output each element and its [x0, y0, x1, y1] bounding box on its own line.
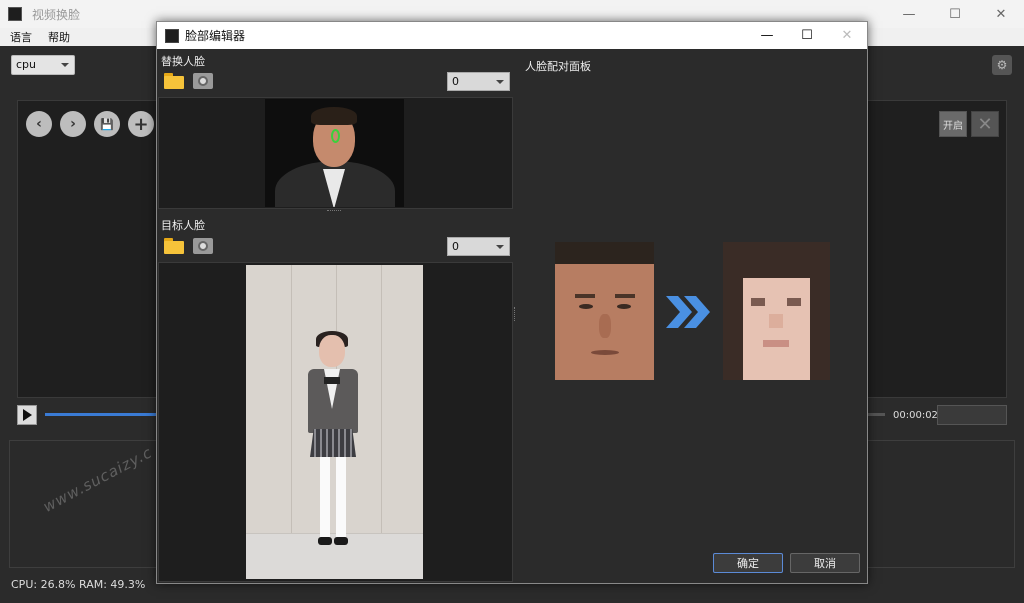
dialog-minimize-button[interactable]: — [747, 22, 787, 49]
previous-button[interactable]: ‹ [26, 111, 52, 137]
source-face-image[interactable] [265, 99, 404, 207]
chevron-left-icon: ‹ [36, 116, 42, 132]
face-editor-dialog: 脸部编辑器 — ☐ ✕ 替换人脸 0 目标人脸 0 人脸配对面板 确定 取消 [156, 21, 868, 584]
app-icon [8, 7, 22, 21]
pairing-panel-label: 人脸配对面板 [525, 60, 591, 73]
target-open-folder-button[interactable] [164, 238, 184, 254]
close-button[interactable]: ✕ [978, 0, 1024, 28]
close-icon: ✕ [977, 113, 993, 135]
target-face-image[interactable] [246, 265, 423, 579]
source-open-folder-button[interactable] [164, 73, 184, 89]
timeline-end-button[interactable] [937, 405, 1007, 425]
maximize-button[interactable]: ☐ [932, 0, 978, 28]
camera-icon [198, 76, 208, 86]
chevron-down-icon [496, 80, 504, 84]
plus-icon: + [133, 113, 149, 135]
preview-toolbar: ‹ › 💾 + [26, 111, 154, 137]
add-button[interactable]: + [128, 111, 154, 137]
paired-source-face [555, 242, 654, 380]
ok-button[interactable]: 确定 [713, 553, 783, 573]
settings-button[interactable]: ⚙ [992, 55, 1012, 75]
next-button[interactable]: › [60, 111, 86, 137]
cancel-button[interactable]: 取消 [790, 553, 860, 573]
double-chevron-right-icon [666, 296, 710, 328]
source-face-index-value: 0 [452, 75, 459, 88]
chevron-right-icon: › [70, 116, 76, 132]
save-icon: 💾 [100, 117, 114, 131]
timeline-progress [45, 413, 160, 416]
source-camera-button[interactable] [193, 73, 213, 89]
gear-icon: ⚙ [996, 58, 1008, 72]
target-face-index-select[interactable]: 0 [447, 237, 510, 256]
camera-icon [198, 241, 208, 251]
save-button[interactable]: 💾 [94, 111, 120, 137]
clear-button[interactable]: ✕ [971, 111, 999, 137]
splitter-handle[interactable] [327, 210, 341, 212]
chevron-down-icon [61, 63, 69, 67]
menu-language[interactable]: 语言 [0, 29, 38, 45]
target-face-index-value: 0 [452, 240, 459, 253]
dialog-title: 脸部编辑器 [185, 29, 246, 43]
chevron-down-icon [496, 245, 504, 249]
device-select-value: cpu [16, 58, 37, 71]
source-face-label: 替换人脸 [161, 55, 205, 68]
open-button[interactable]: 开启 [939, 111, 967, 137]
window-controls: — ☐ ✕ [886, 0, 1024, 28]
menu-help[interactable]: 帮助 [38, 29, 76, 45]
source-face-index-select[interactable]: 0 [447, 72, 510, 91]
dialog-maximize-button[interactable]: ☐ [787, 22, 827, 49]
status-bar: CPU: 26.8% RAM: 49.3% [11, 578, 146, 591]
face-marker [331, 129, 340, 143]
dialog-app-icon [165, 28, 179, 43]
play-icon [22, 409, 32, 421]
device-select[interactable]: cpu [11, 55, 75, 75]
time-label: 00:00:02 [893, 410, 938, 421]
dialog-close-button[interactable]: ✕ [827, 22, 867, 49]
dialog-window-controls: — ☐ ✕ [747, 22, 867, 49]
target-face-label: 目标人脸 [161, 219, 205, 232]
paired-target-face [723, 242, 830, 380]
vertical-splitter-handle[interactable] [514, 307, 516, 321]
dialog-titlebar: 脸部编辑器 — ☐ ✕ [157, 22, 867, 49]
minimize-button[interactable]: — [886, 0, 932, 28]
play-button[interactable] [17, 405, 37, 425]
target-camera-button[interactable] [193, 238, 213, 254]
main-window-title: 视频换脸 [32, 7, 81, 22]
